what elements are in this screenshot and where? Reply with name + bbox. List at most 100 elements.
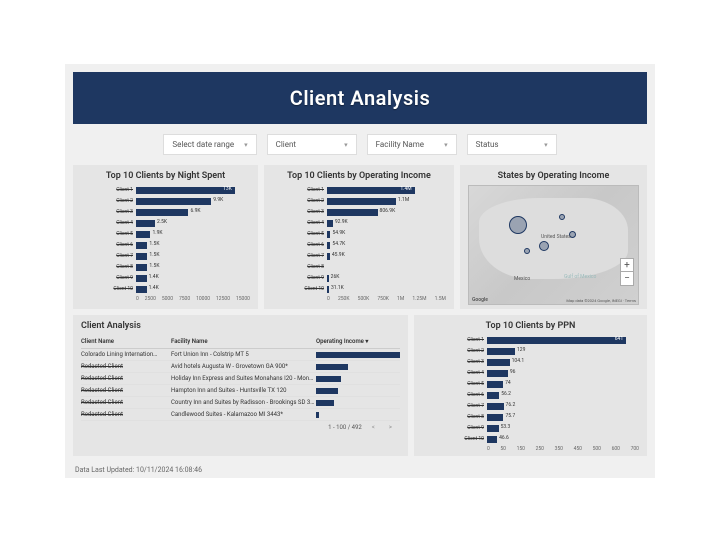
bar-row[interactable]: Client 953.3 bbox=[422, 423, 639, 433]
bar-track: 806.9K bbox=[327, 209, 446, 216]
bar-track: 54.7K bbox=[327, 242, 446, 249]
bar-fill: 74 bbox=[487, 381, 503, 388]
bar-row[interactable]: Client 51.9K bbox=[81, 229, 250, 239]
bar-row[interactable]: Client 496 bbox=[422, 368, 639, 378]
chevron-down-icon: ▾ bbox=[444, 141, 448, 149]
pager-prev-button[interactable]: < bbox=[368, 424, 379, 431]
filter-status[interactable]: Status ▾ bbox=[467, 134, 557, 155]
bar-row[interactable]: Client 29.9K bbox=[81, 196, 250, 206]
bar-row[interactable]: Client 1046.6 bbox=[422, 434, 639, 444]
zoom-out-button[interactable]: − bbox=[621, 272, 633, 285]
bar-value: 1.4K bbox=[149, 285, 159, 291]
bar-track: 54.9K bbox=[327, 231, 446, 238]
bar-track: 56.2 bbox=[487, 392, 639, 399]
chart-ppn-axis: 050150250350450500600700 bbox=[422, 446, 639, 452]
bar-row[interactable]: Client 11.4M bbox=[272, 185, 446, 195]
bar-value: 1.4K bbox=[149, 274, 159, 280]
bar-value: 13K bbox=[223, 186, 232, 192]
bar-row[interactable]: Client 776.2 bbox=[422, 401, 639, 411]
bar-fill: 1.4K bbox=[136, 286, 147, 293]
bar-row[interactable]: Client 2129 bbox=[422, 346, 639, 356]
col-facility[interactable]: Facility Name bbox=[171, 338, 316, 345]
bar-value: 1.5K bbox=[149, 252, 159, 258]
zoom-in-button[interactable]: + bbox=[621, 259, 633, 272]
income-bar bbox=[316, 364, 348, 370]
cell-income bbox=[316, 352, 400, 358]
table-header: Client Name Facility Name Operating Inco… bbox=[81, 335, 400, 349]
bar-row[interactable]: Client 926K bbox=[272, 273, 446, 283]
filter-date-range[interactable]: Select date range ▾ bbox=[163, 134, 256, 155]
col-income[interactable]: Operating Income ▾ bbox=[316, 338, 400, 345]
bar-value: 75.7 bbox=[505, 413, 515, 419]
map-bubble[interactable] bbox=[524, 248, 530, 254]
map-bubble[interactable] bbox=[539, 241, 549, 251]
bar-row[interactable]: Client 71.5K bbox=[81, 251, 250, 261]
table-row[interactable]: Colorado Lining Internation…Fort Union I… bbox=[81, 349, 400, 361]
table-row[interactable]: Redacted ClientAvid hotels Augusta W - G… bbox=[81, 361, 400, 373]
bar-value: 1.5K bbox=[149, 241, 159, 247]
panel-ppn: Top 10 Clients by PPN Client 1641Client … bbox=[414, 315, 647, 456]
bar-category: Client 7 bbox=[272, 253, 327, 259]
chart-ppn[interactable]: Client 1641Client 2129Client 3104.1Clien… bbox=[422, 335, 639, 444]
bar-row[interactable]: Client 8 bbox=[272, 262, 446, 272]
bar-row[interactable]: Client 875.7 bbox=[422, 412, 639, 422]
bar-value: 806.9K bbox=[380, 208, 396, 214]
bar-row[interactable]: Client 654.7K bbox=[272, 240, 446, 250]
bar-row[interactable]: Client 574 bbox=[422, 379, 639, 389]
bar-row[interactable]: Client 91.4K bbox=[81, 273, 250, 283]
bar-fill: 53.3 bbox=[487, 425, 499, 432]
bar-fill: 1.5K bbox=[136, 242, 147, 249]
pager-next-button[interactable]: > bbox=[385, 424, 396, 431]
bar-track: 76.2 bbox=[487, 403, 639, 410]
bar-row[interactable]: Client 81.5K bbox=[81, 262, 250, 272]
col-client[interactable]: Client Name bbox=[81, 338, 171, 345]
bar-row[interactable]: Client 1641 bbox=[422, 335, 639, 345]
bar-row[interactable]: Client 61.5K bbox=[81, 240, 250, 250]
table-row[interactable]: Redacted ClientCandlewood Suites - Kalam… bbox=[81, 409, 400, 421]
cell-income bbox=[316, 376, 400, 382]
bar-category: Client 9 bbox=[272, 275, 327, 281]
bar-row[interactable]: Client 101.4K bbox=[81, 284, 250, 294]
page-title: Client Analysis bbox=[290, 86, 431, 110]
bar-value: 641 bbox=[615, 336, 623, 342]
bar-fill: 641 bbox=[487, 337, 626, 344]
chart-income-axis: 0250K500K750K1M1.25M1.5M bbox=[272, 296, 446, 302]
bar-row[interactable]: Client 554.9K bbox=[272, 229, 446, 239]
filter-facility[interactable]: Facility Name ▾ bbox=[367, 134, 457, 155]
cell-income bbox=[316, 364, 400, 370]
bar-track: 1.4M bbox=[327, 187, 446, 194]
table-row[interactable]: Redacted ClientHampton Inn and Suites - … bbox=[81, 385, 400, 397]
bar-category: Client 1 bbox=[272, 187, 327, 193]
table-row[interactable]: Redacted ClientHoliday Inn Express and S… bbox=[81, 373, 400, 385]
panel-ppn-title: Top 10 Clients by PPN bbox=[422, 321, 639, 331]
bar-track: 1.5K bbox=[136, 264, 250, 271]
map-bubble[interactable] bbox=[509, 216, 527, 234]
bar-row[interactable]: Client 21.1M bbox=[272, 196, 446, 206]
bar-track: 96 bbox=[487, 370, 639, 377]
bar-category: Client 10 bbox=[81, 286, 136, 292]
bar-row[interactable]: Client 113K bbox=[81, 185, 250, 195]
map-us[interactable]: United States Mexico Gulf of Mexico + − … bbox=[468, 185, 639, 305]
chevron-down-icon: ▾ bbox=[244, 141, 248, 149]
chart-nights[interactable]: Client 113KClient 29.9KClient 36.9KClien… bbox=[81, 185, 250, 294]
bar-row[interactable]: Client 656.2 bbox=[422, 390, 639, 400]
cell-client: Redacted Client bbox=[81, 363, 171, 370]
chart-income[interactable]: Client 11.4MClient 21.1MClient 3806.9KCl… bbox=[272, 185, 446, 294]
table-row[interactable]: Redacted ClientCountry Inn and Suites by… bbox=[81, 397, 400, 409]
bar-row[interactable]: Client 3104.1 bbox=[422, 357, 639, 367]
bar-row[interactable]: Client 745.9K bbox=[272, 251, 446, 261]
map-bubble[interactable] bbox=[559, 214, 565, 220]
bar-row[interactable]: Client 36.9K bbox=[81, 207, 250, 217]
bar-row[interactable]: Client 3806.9K bbox=[272, 207, 446, 217]
client-table: Client Name Facility Name Operating Inco… bbox=[81, 335, 400, 431]
bar-fill: 96 bbox=[487, 370, 508, 377]
cell-client: Redacted Client bbox=[81, 411, 171, 418]
bar-row[interactable]: Client 492.9K bbox=[272, 218, 446, 228]
bar-category: Client 3 bbox=[422, 359, 487, 365]
cell-client: Redacted Client bbox=[81, 387, 171, 394]
bar-row[interactable]: Client 42.5K bbox=[81, 218, 250, 228]
bar-category: Client 5 bbox=[422, 381, 487, 387]
filter-client[interactable]: Client ▾ bbox=[267, 134, 357, 155]
bar-row[interactable]: Client 1031.1K bbox=[272, 284, 446, 294]
bar-track: 129 bbox=[487, 348, 639, 355]
